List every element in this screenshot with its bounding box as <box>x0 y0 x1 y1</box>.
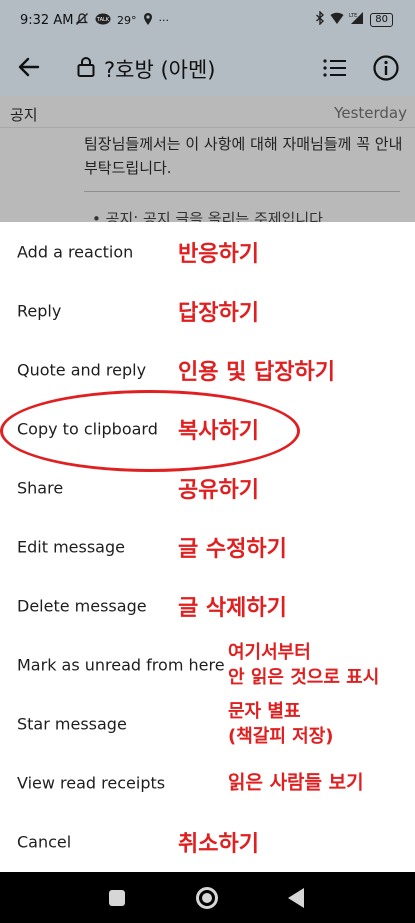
menu-item-label: Cancel <box>17 832 72 851</box>
menu-item-copy-clipboard[interactable]: Copy to clipboard 복사하기 <box>0 399 415 458</box>
menu-item-delete-message[interactable]: Delete message 글 삭제하기 <box>0 576 415 635</box>
menu-item-reply[interactable]: Reply 답장하기 <box>0 281 415 340</box>
nav-back-icon[interactable] <box>288 888 304 908</box>
divider <box>84 191 400 192</box>
menu-item-label: Mark as unread from here <box>17 655 225 674</box>
message-bullet: • 공지: 공지 글을 올리는 주제입니다 <box>92 210 323 222</box>
menu-item-annotation: 답장하기 <box>178 300 259 326</box>
menu-item-annotation: 반응하기 <box>178 241 259 267</box>
menu-item-annotation: 여기서부터 안 읽은 것으로 표시 <box>228 640 379 690</box>
status-icons-left: TALK 29° ··· <box>75 12 169 29</box>
menu-item-annotation: 인용 및 답장하기 <box>178 359 335 385</box>
more-notifications: ··· <box>158 14 170 27</box>
page-title[interactable]: ?호방 (아멘) <box>104 54 216 84</box>
channel-header-row: 공지 Yesterday <box>0 96 415 128</box>
menu-item-view-read-receipts[interactable]: View read receipts 읽은 사람들 보기 <box>0 753 415 812</box>
menu-item-cancel[interactable]: Cancel 취소하기 <box>0 812 415 871</box>
chat-background: 공지 Yesterday 팀장님들께서는 이 사항에 대해 자매님들께 꼭 안내… <box>0 96 415 222</box>
annotation-line: 문자 별표 <box>228 700 301 722</box>
location-icon <box>143 12 153 29</box>
menu-item-mark-unread[interactable]: Mark as unread from here 여기서부터 안 읽은 것으로 … <box>0 635 415 694</box>
talk-icon: TALK <box>95 13 111 29</box>
lock-icon <box>76 56 96 78</box>
menu-item-annotation: 취소하기 <box>178 831 259 857</box>
message-actions-sheet: Add a reaction 반응하기 Reply 답장하기 Quote and… <box>0 222 415 872</box>
recent-apps-icon[interactable] <box>109 890 125 906</box>
home-icon[interactable] <box>196 887 218 909</box>
bluetooth-icon <box>315 10 325 28</box>
menu-item-annotation: 읽은 사람들 보기 <box>228 771 364 793</box>
menu-item-star-message[interactable]: Star message 문자 별표 (책갈피 저장) <box>0 694 415 753</box>
app-bar: ?호방 (아멘) <box>0 40 415 96</box>
date-label: Yesterday <box>334 104 407 122</box>
menu-item-label: Add a reaction <box>17 242 134 261</box>
list-menu-icon[interactable] <box>322 55 348 81</box>
menu-item-annotation: 글 수정하기 <box>178 536 287 562</box>
message-text: 팀장님들께서는 이 사항에 대해 자매님들께 꼭 안내 부탁드립니다. <box>84 135 403 177</box>
temperature: 29° <box>117 14 137 27</box>
menu-item-share[interactable]: Share 공유하기 <box>0 458 415 517</box>
channel-label: 공지 <box>10 106 38 124</box>
menu-item-label: Reply <box>17 301 62 320</box>
menu-item-edit-message[interactable]: Edit message 글 수정하기 <box>0 517 415 576</box>
status-icons-right: LTE 80 <box>315 10 393 28</box>
menu-item-label: View read receipts <box>17 773 166 792</box>
menu-item-label: Copy to clipboard <box>17 419 158 438</box>
menu-item-label: Quote and reply <box>17 360 147 379</box>
wifi-icon <box>330 11 344 28</box>
svg-text:LTE: LTE <box>349 13 357 19</box>
menu-item-label: Delete message <box>17 596 147 615</box>
clock: 9:32 AM <box>20 13 74 28</box>
menu-item-add-reaction[interactable]: Add a reaction 반응하기 <box>0 222 415 281</box>
menu-item-quote-reply[interactable]: Quote and reply 인용 및 답장하기 <box>0 340 415 399</box>
menu-item-label: Star message <box>17 714 127 733</box>
annotation-line: 안 읽은 것으로 표시 <box>228 666 380 688</box>
menu-item-annotation: 글 삭제하기 <box>178 595 287 621</box>
muted-notification-icon <box>75 12 89 29</box>
menu-item-label: Share <box>17 478 64 497</box>
signal-icon: LTE <box>349 11 365 28</box>
annotation-line: (책갈피 저장) <box>228 725 334 747</box>
menu-item-annotation: 공유하기 <box>178 477 259 503</box>
back-arrow-icon[interactable] <box>14 52 44 82</box>
menu-item-annotation: 문자 별표 (책갈피 저장) <box>228 699 334 749</box>
menu-item-annotation: 복사하기 <box>178 418 259 444</box>
menu-item-label: Edit message <box>17 537 125 556</box>
status-bar: 9:32 AM TALK 29° ··· LTE 80 <box>0 0 415 40</box>
system-nav-bar <box>0 872 415 923</box>
annotation-line: 여기서부터 <box>228 641 311 663</box>
svg-text:TALK: TALK <box>96 17 110 23</box>
battery-icon: 80 <box>370 12 393 27</box>
info-icon[interactable] <box>372 54 400 82</box>
